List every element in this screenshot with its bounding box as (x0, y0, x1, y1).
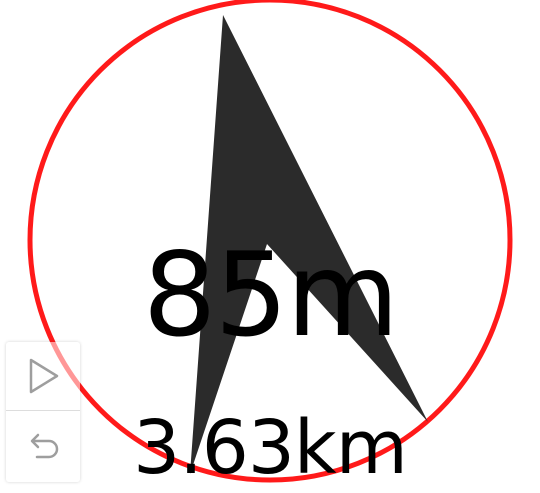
control-divider (6, 410, 80, 411)
undo-icon (30, 433, 59, 459)
total-distance: 3.63km (133, 405, 408, 491)
undo-button[interactable] (6, 412, 80, 480)
navigation-view: 85m 3.63km (0, 0, 540, 493)
play-button[interactable] (6, 342, 80, 410)
play-icon (29, 358, 59, 394)
side-control-panel (6, 342, 80, 482)
distance-to-next-turn: 85m (142, 228, 400, 363)
